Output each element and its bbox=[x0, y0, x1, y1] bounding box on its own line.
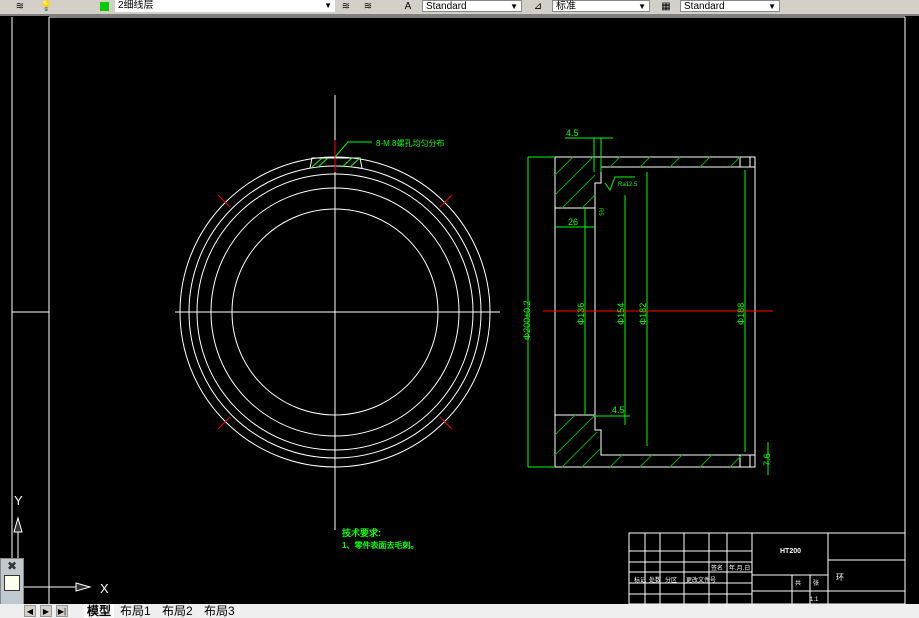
table-style-icon[interactable]: ▦ bbox=[660, 1, 672, 12]
ucs-icon bbox=[13, 516, 92, 592]
title-block bbox=[628, 532, 906, 604]
tb-sheet-mark: 共 bbox=[795, 579, 801, 587]
chamfer-label: R5 bbox=[597, 208, 603, 216]
tech-req-item: 1、零件表面去毛刺。 bbox=[342, 540, 418, 550]
tb-label-sign: 签名 bbox=[711, 564, 723, 572]
toolbar: ≋ 💡 2细线层 ▼ ≋ ≋ A Standard ▼ ⊿ 标准 ▼ ▦ Standa… bbox=[0, 0, 919, 16]
last-tab-button[interactable]: ▶| bbox=[56, 605, 68, 617]
layer-color-icon bbox=[100, 2, 109, 11]
part-code: HT200 bbox=[780, 548, 801, 555]
dim-style-value: 标准 bbox=[556, 1, 576, 12]
hole-note: 8-M 8螺孔均匀分布 bbox=[376, 138, 444, 148]
layer-select[interactable]: 2细线层 ▼ bbox=[115, 0, 335, 12]
dim-26: 26 bbox=[568, 217, 578, 227]
dim-d136: Φ136 bbox=[576, 303, 586, 325]
tech-req-title: 技术要求: bbox=[342, 527, 381, 538]
close-icon[interactable]: ✖ bbox=[1, 559, 23, 573]
dim-d182: Φ182 bbox=[638, 303, 648, 325]
table-style-value: Standard bbox=[684, 1, 725, 12]
next-tab-button[interactable]: ▶ bbox=[40, 605, 52, 617]
text-style-select[interactable]: Standard ▼ bbox=[422, 0, 522, 12]
tab-layout2[interactable]: 布局2 bbox=[162, 604, 193, 618]
dim-d154: Φ154 bbox=[616, 303, 626, 325]
roughness-label: Ra12.5 bbox=[618, 182, 638, 188]
tb-scale: 1:1 bbox=[810, 597, 819, 603]
dim-4-5-bottom: 4.5 bbox=[612, 405, 625, 415]
dim-style-select[interactable]: 标准 ▼ bbox=[552, 0, 650, 12]
front-view bbox=[175, 95, 500, 530]
dim-7-6: 7.6 bbox=[762, 453, 772, 466]
drawing-canvas[interactable]: 8-M 8螺孔均匀分布 4.5 26 Ra12.5 R5 4.5 Φ200±0.… bbox=[0, 16, 919, 604]
dimension-lines bbox=[527, 137, 769, 475]
chevron-down-icon: ▼ bbox=[768, 2, 776, 11]
layer-manager-icon[interactable]: ≋ bbox=[14, 1, 26, 12]
layer-name: 2细线层 bbox=[118, 0, 154, 11]
tb-label-date: 年.月.日 bbox=[729, 564, 750, 572]
tb-label-zone: 分区 bbox=[665, 576, 677, 584]
chevron-down-icon: ▼ bbox=[638, 2, 646, 11]
text-style-icon[interactable]: A bbox=[402, 1, 414, 12]
tb-label-mark: 标记 bbox=[634, 576, 646, 584]
tb-label-doc: 更改文件号 bbox=[686, 576, 716, 584]
bolt-hole-hatch bbox=[311, 141, 372, 168]
dim-4-5-top: 4.5 bbox=[566, 128, 579, 138]
dim-style-icon[interactable]: ⊿ bbox=[532, 1, 544, 12]
tb-label-count: 处数 bbox=[649, 576, 661, 584]
chevron-down-icon: ▼ bbox=[324, 1, 332, 10]
ucs-x-label: X bbox=[100, 581, 109, 596]
layout-tabs: ◀ ▶ ▶| 模型 布局1 布局2 布局3 bbox=[0, 604, 919, 618]
first-tab-button[interactable]: ◀ bbox=[24, 605, 36, 617]
chevron-down-icon: ▼ bbox=[510, 2, 518, 11]
tab-layout3[interactable]: 布局3 bbox=[204, 604, 235, 618]
text-style-value: Standard bbox=[426, 1, 467, 12]
tab-layout1[interactable]: 布局1 bbox=[120, 604, 151, 618]
tab-model[interactable]: 模型 bbox=[84, 604, 115, 618]
layer-states-icon[interactable]: ≋ bbox=[362, 1, 374, 12]
bulb-icon: 💡 bbox=[40, 1, 53, 12]
part-name: 环 bbox=[836, 573, 844, 582]
side-palette: ✖ bbox=[0, 558, 24, 606]
command-window-icon[interactable] bbox=[4, 575, 20, 591]
layer-previous-icon[interactable]: ≋ bbox=[340, 1, 352, 12]
dim-d188: Φ188 bbox=[736, 303, 746, 325]
dim-d200: Φ200±0.2 bbox=[522, 300, 532, 340]
tb-sheet-mark2: 张 bbox=[813, 579, 819, 587]
ucs-y-label: Y bbox=[14, 493, 23, 508]
table-style-select[interactable]: Standard ▼ bbox=[680, 0, 780, 12]
